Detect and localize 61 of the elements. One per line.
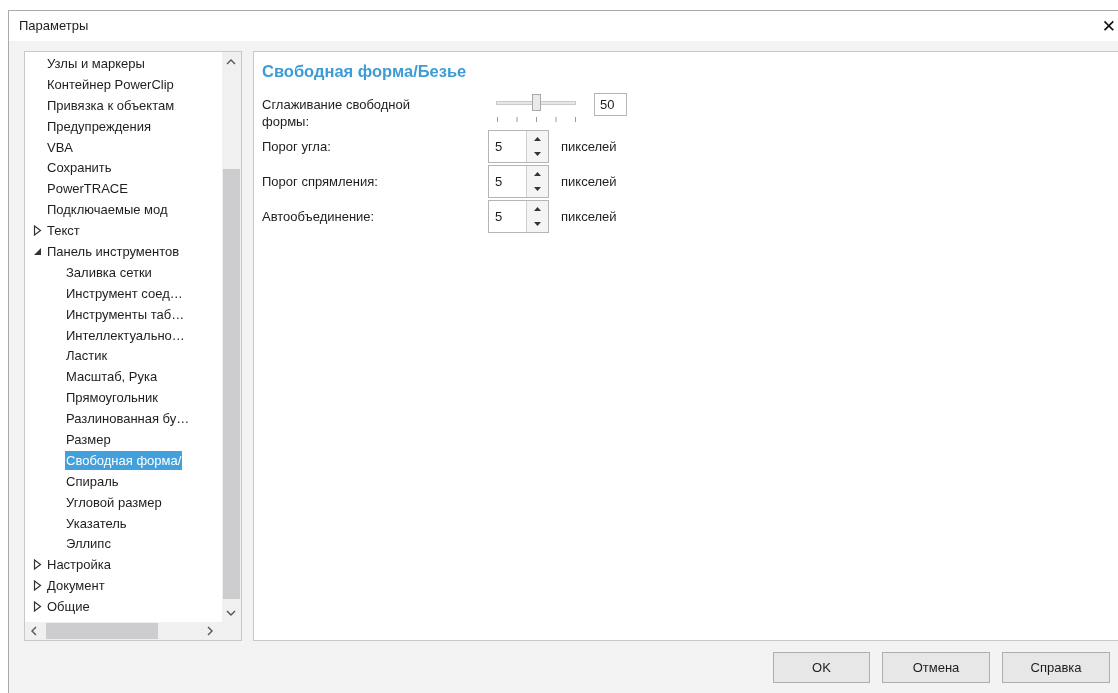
caret-down-icon bbox=[534, 187, 541, 192]
tree-item[interactable]: Подключаемые мод bbox=[46, 200, 169, 220]
unit-label: пикселей bbox=[561, 139, 617, 154]
section-heading: Свободная форма/Безье bbox=[262, 62, 467, 81]
slider-thumb[interactable] bbox=[532, 94, 541, 111]
dialog-button[interactable]: Отмена bbox=[882, 652, 990, 683]
setting-label: Порог угла: bbox=[262, 138, 332, 155]
tree-item[interactable]: Панель инструментов bbox=[46, 241, 181, 261]
horizontal-scrollbar[interactable] bbox=[25, 622, 222, 640]
tree-item[interactable]: Общие bbox=[46, 597, 91, 617]
caret-up-icon bbox=[534, 136, 541, 141]
tree-item[interactable]: Инструмент соед… bbox=[65, 283, 184, 303]
caret-down-icon bbox=[534, 152, 541, 157]
spin-box[interactable]: 5 bbox=[488, 200, 549, 233]
tree-item[interactable]: Контейнер PowerClip bbox=[46, 74, 175, 94]
scroll-up-icon bbox=[226, 58, 236, 65]
caret-up-icon bbox=[534, 206, 541, 211]
close-button[interactable]: ✕ bbox=[1099, 15, 1118, 36]
tree-item[interactable]: Сохранить bbox=[46, 158, 113, 178]
tree-item[interactable]: Текст bbox=[46, 221, 81, 241]
tree-item[interactable]: PowerTRACE bbox=[46, 179, 129, 199]
setting-label: Автообъединение: bbox=[262, 208, 376, 225]
tree-item[interactable]: VBA bbox=[46, 137, 74, 157]
expand-triangle-icon[interactable] bbox=[33, 225, 42, 237]
tree-item[interactable]: Прямоугольник bbox=[65, 388, 159, 408]
vertical-scrollbar[interactable] bbox=[222, 52, 241, 623]
tree-item[interactable]: Предупреждения bbox=[46, 116, 152, 136]
window-title: Параметры bbox=[19, 18, 89, 33]
dialog-button[interactable]: OK bbox=[773, 652, 870, 683]
scroll-down-icon bbox=[226, 610, 236, 617]
setting-label: Порог спрямления: bbox=[262, 173, 379, 190]
spin-box[interactable]: 5 bbox=[488, 165, 549, 198]
caret-down-icon bbox=[534, 222, 541, 227]
expand-triangle-icon[interactable] bbox=[33, 559, 42, 571]
tree-item[interactable]: Узлы и маркеры bbox=[46, 53, 146, 73]
tree-item[interactable]: Интеллектуально… bbox=[65, 325, 186, 345]
unit-label: пикселей bbox=[561, 209, 617, 224]
tree-item[interactable]: Ластик bbox=[65, 346, 109, 366]
collapse-triangle-icon[interactable] bbox=[33, 246, 42, 256]
tree-item[interactable]: Привязка к объектам bbox=[46, 95, 176, 115]
dialog-button[interactable]: Справка bbox=[1002, 652, 1110, 683]
tree-item[interactable]: Разлинованная бу… bbox=[65, 409, 191, 429]
tree-item[interactable]: Настройка bbox=[46, 555, 112, 575]
expand-triangle-icon[interactable] bbox=[33, 601, 42, 613]
expand-triangle-icon[interactable] bbox=[33, 580, 42, 592]
caret-up-icon bbox=[534, 171, 541, 176]
setting-label: Сглаживание свободной формы: bbox=[262, 96, 412, 130]
unit-label: пикселей bbox=[561, 174, 617, 189]
tree-item[interactable]: Инструменты таб… bbox=[65, 304, 186, 324]
tree-item[interactable]: Масштаб, Рука bbox=[65, 367, 159, 387]
value-field[interactable]: 50 bbox=[594, 93, 627, 116]
spin-box[interactable]: 5 bbox=[488, 130, 549, 163]
tree-item[interactable]: Размер bbox=[65, 429, 112, 449]
tree-item[interactable]: Спираль bbox=[65, 471, 120, 491]
scroll-right-icon bbox=[207, 626, 214, 636]
tree-item[interactable]: Документ bbox=[46, 576, 106, 596]
tree-item[interactable]: Угловой размер bbox=[65, 492, 163, 512]
tree-item[interactable]: Указатель bbox=[65, 513, 128, 533]
tree-item[interactable]: Заливка сетки bbox=[65, 262, 153, 282]
scroll-left-icon bbox=[30, 626, 37, 636]
tree-item[interactable]: Эллипс bbox=[65, 534, 112, 554]
